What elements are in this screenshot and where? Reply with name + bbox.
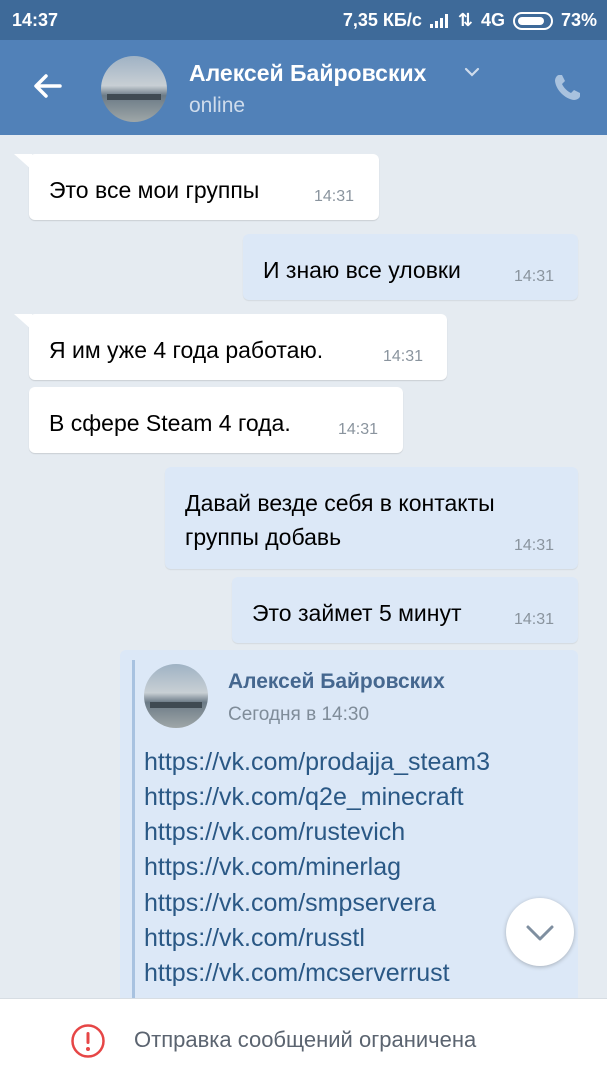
warning-icon bbox=[71, 1024, 105, 1058]
message-text: Я им уже 4 года работаю. bbox=[49, 337, 324, 363]
forwarded-link[interactable]: https://vk.com/minerlag bbox=[144, 853, 401, 882]
phone-icon[interactable] bbox=[551, 72, 583, 104]
scroll-down-button[interactable] bbox=[506, 898, 574, 966]
scroll-down-icon bbox=[526, 925, 554, 941]
forwarded-link[interactable]: https://vk.com/q2e_minecraft bbox=[144, 783, 464, 812]
contact-avatar[interactable] bbox=[101, 56, 167, 122]
message-outgoing[interactable]: И знаю все уловки 14:31 bbox=[243, 234, 578, 300]
message-incoming[interactable]: Я им уже 4 года работаю. 14:31 bbox=[29, 314, 447, 380]
message-outgoing[interactable]: Давай везде себя в контакты группы добав… bbox=[165, 467, 578, 569]
status-bar: 14:37 7,35 КБ/с ⇅ 4G 73% bbox=[0, 0, 607, 40]
restriction-bar: Отправка сообщений ограничена bbox=[0, 998, 607, 1081]
message-text-line: Давай везде себя в контакты bbox=[185, 490, 495, 516]
message-time: 14:31 bbox=[338, 421, 379, 438]
network-type: 4G bbox=[480, 10, 505, 30]
chat-header: Алексей Байровских online bbox=[0, 40, 607, 135]
message-text: В сфере Steam 4 года. bbox=[49, 410, 291, 436]
signal-icon bbox=[429, 13, 450, 28]
message-text: Это все мои группы bbox=[49, 177, 260, 203]
restriction-notice: Отправка сообщений ограничена bbox=[134, 1027, 477, 1052]
forwarded-author-avatar[interactable] bbox=[144, 664, 208, 728]
chevron-down-icon[interactable] bbox=[462, 62, 482, 82]
status-indicators: 7,35 КБ/с ⇅ 4G 73% bbox=[343, 10, 597, 31]
message-text-line: группы добавь bbox=[185, 524, 342, 550]
forwarded-date: Сегодня в 14:30 bbox=[228, 704, 370, 725]
battery-percent: 73% bbox=[560, 10, 597, 30]
message-time: 14:31 bbox=[514, 611, 555, 628]
back-arrow-icon[interactable] bbox=[30, 68, 66, 104]
forwarded-link[interactable]: https://vk.com/mcserverrust bbox=[144, 959, 450, 988]
message-time: 14:31 bbox=[383, 348, 424, 365]
battery-icon bbox=[512, 11, 553, 30]
data-transfer-icon: ⇅ bbox=[457, 10, 473, 30]
message-incoming[interactable]: Это все мои группы 14:31 bbox=[29, 154, 379, 220]
message-text: Это займет 5 минут bbox=[252, 600, 462, 626]
forward-indicator-bar bbox=[132, 660, 135, 1010]
forwarded-link[interactable]: https://vk.com/rustevich bbox=[144, 818, 405, 847]
forwarded-link[interactable]: https://vk.com/prodajja_steam3 bbox=[144, 748, 490, 777]
forwarded-author-name[interactable]: Алексей Байровских bbox=[228, 670, 445, 694]
status-time: 14:37 bbox=[12, 10, 59, 30]
message-time: 14:31 bbox=[514, 537, 555, 554]
network-speed: 7,35 КБ/с bbox=[342, 10, 422, 30]
forwarded-message[interactable]: Алексей Байровских Сегодня в 14:30 https… bbox=[120, 650, 578, 1010]
message-outgoing[interactable]: Это займет 5 минут 14:31 bbox=[232, 577, 578, 643]
forwarded-link[interactable]: https://vk.com/russtl bbox=[144, 924, 365, 953]
message-time: 14:31 bbox=[314, 188, 355, 205]
contact-name[interactable]: Алексей Байровских bbox=[189, 60, 426, 87]
forwarded-link[interactable]: https://vk.com/smpservera bbox=[144, 889, 436, 918]
message-text: И знаю все уловки bbox=[263, 257, 461, 283]
message-time: 14:31 bbox=[514, 268, 555, 285]
contact-status: online bbox=[189, 94, 246, 117]
message-incoming[interactable]: В сфере Steam 4 года. 14:31 bbox=[29, 387, 403, 453]
